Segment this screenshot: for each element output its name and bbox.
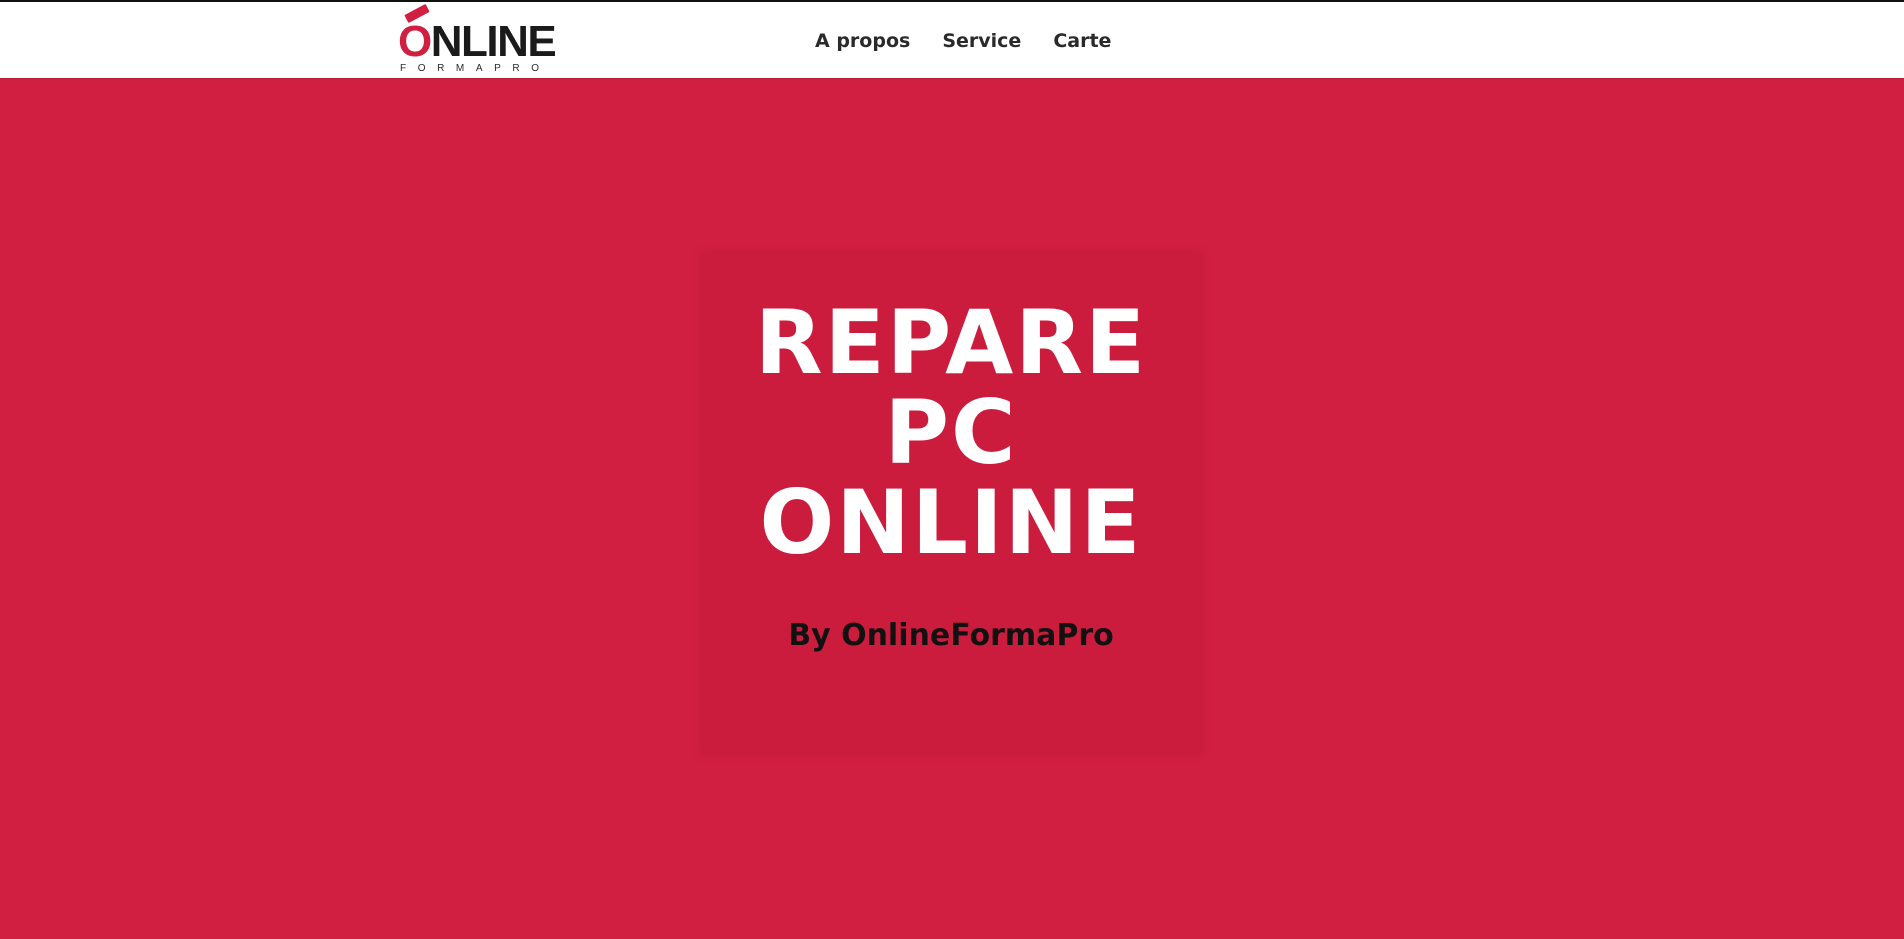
logo-wordmark-first-letter: O	[398, 17, 432, 66]
main-nav: A propos Service Carte	[815, 2, 1111, 81]
hero-subtitle: By OnlineFormaPro	[788, 618, 1114, 653]
hero-title-line-1: REPARE	[754, 291, 1148, 394]
logo-wordmark-rest: NLINE	[430, 17, 557, 66]
top-navbar: ONLINE FORMAPRO A propos Service Carte	[0, 0, 1904, 79]
hero-title-line-3: ONLINE	[759, 471, 1143, 574]
hero-title-line-2: PC	[884, 381, 1018, 484]
hero-title: REPARE PC ONLINE	[701, 298, 1201, 568]
page: ONLINE FORMAPRO A propos Service Carte R…	[0, 0, 1904, 939]
site-logo[interactable]: ONLINE FORMAPRO	[398, 3, 560, 78]
nav-link-service[interactable]: Service	[942, 32, 1021, 51]
nav-link-a-propos[interactable]: A propos	[815, 32, 910, 51]
logo-tagline: FORMAPRO	[400, 63, 551, 74]
logo-wordmark: ONLINE	[398, 17, 557, 66]
nav-link-carte[interactable]: Carte	[1053, 32, 1111, 51]
